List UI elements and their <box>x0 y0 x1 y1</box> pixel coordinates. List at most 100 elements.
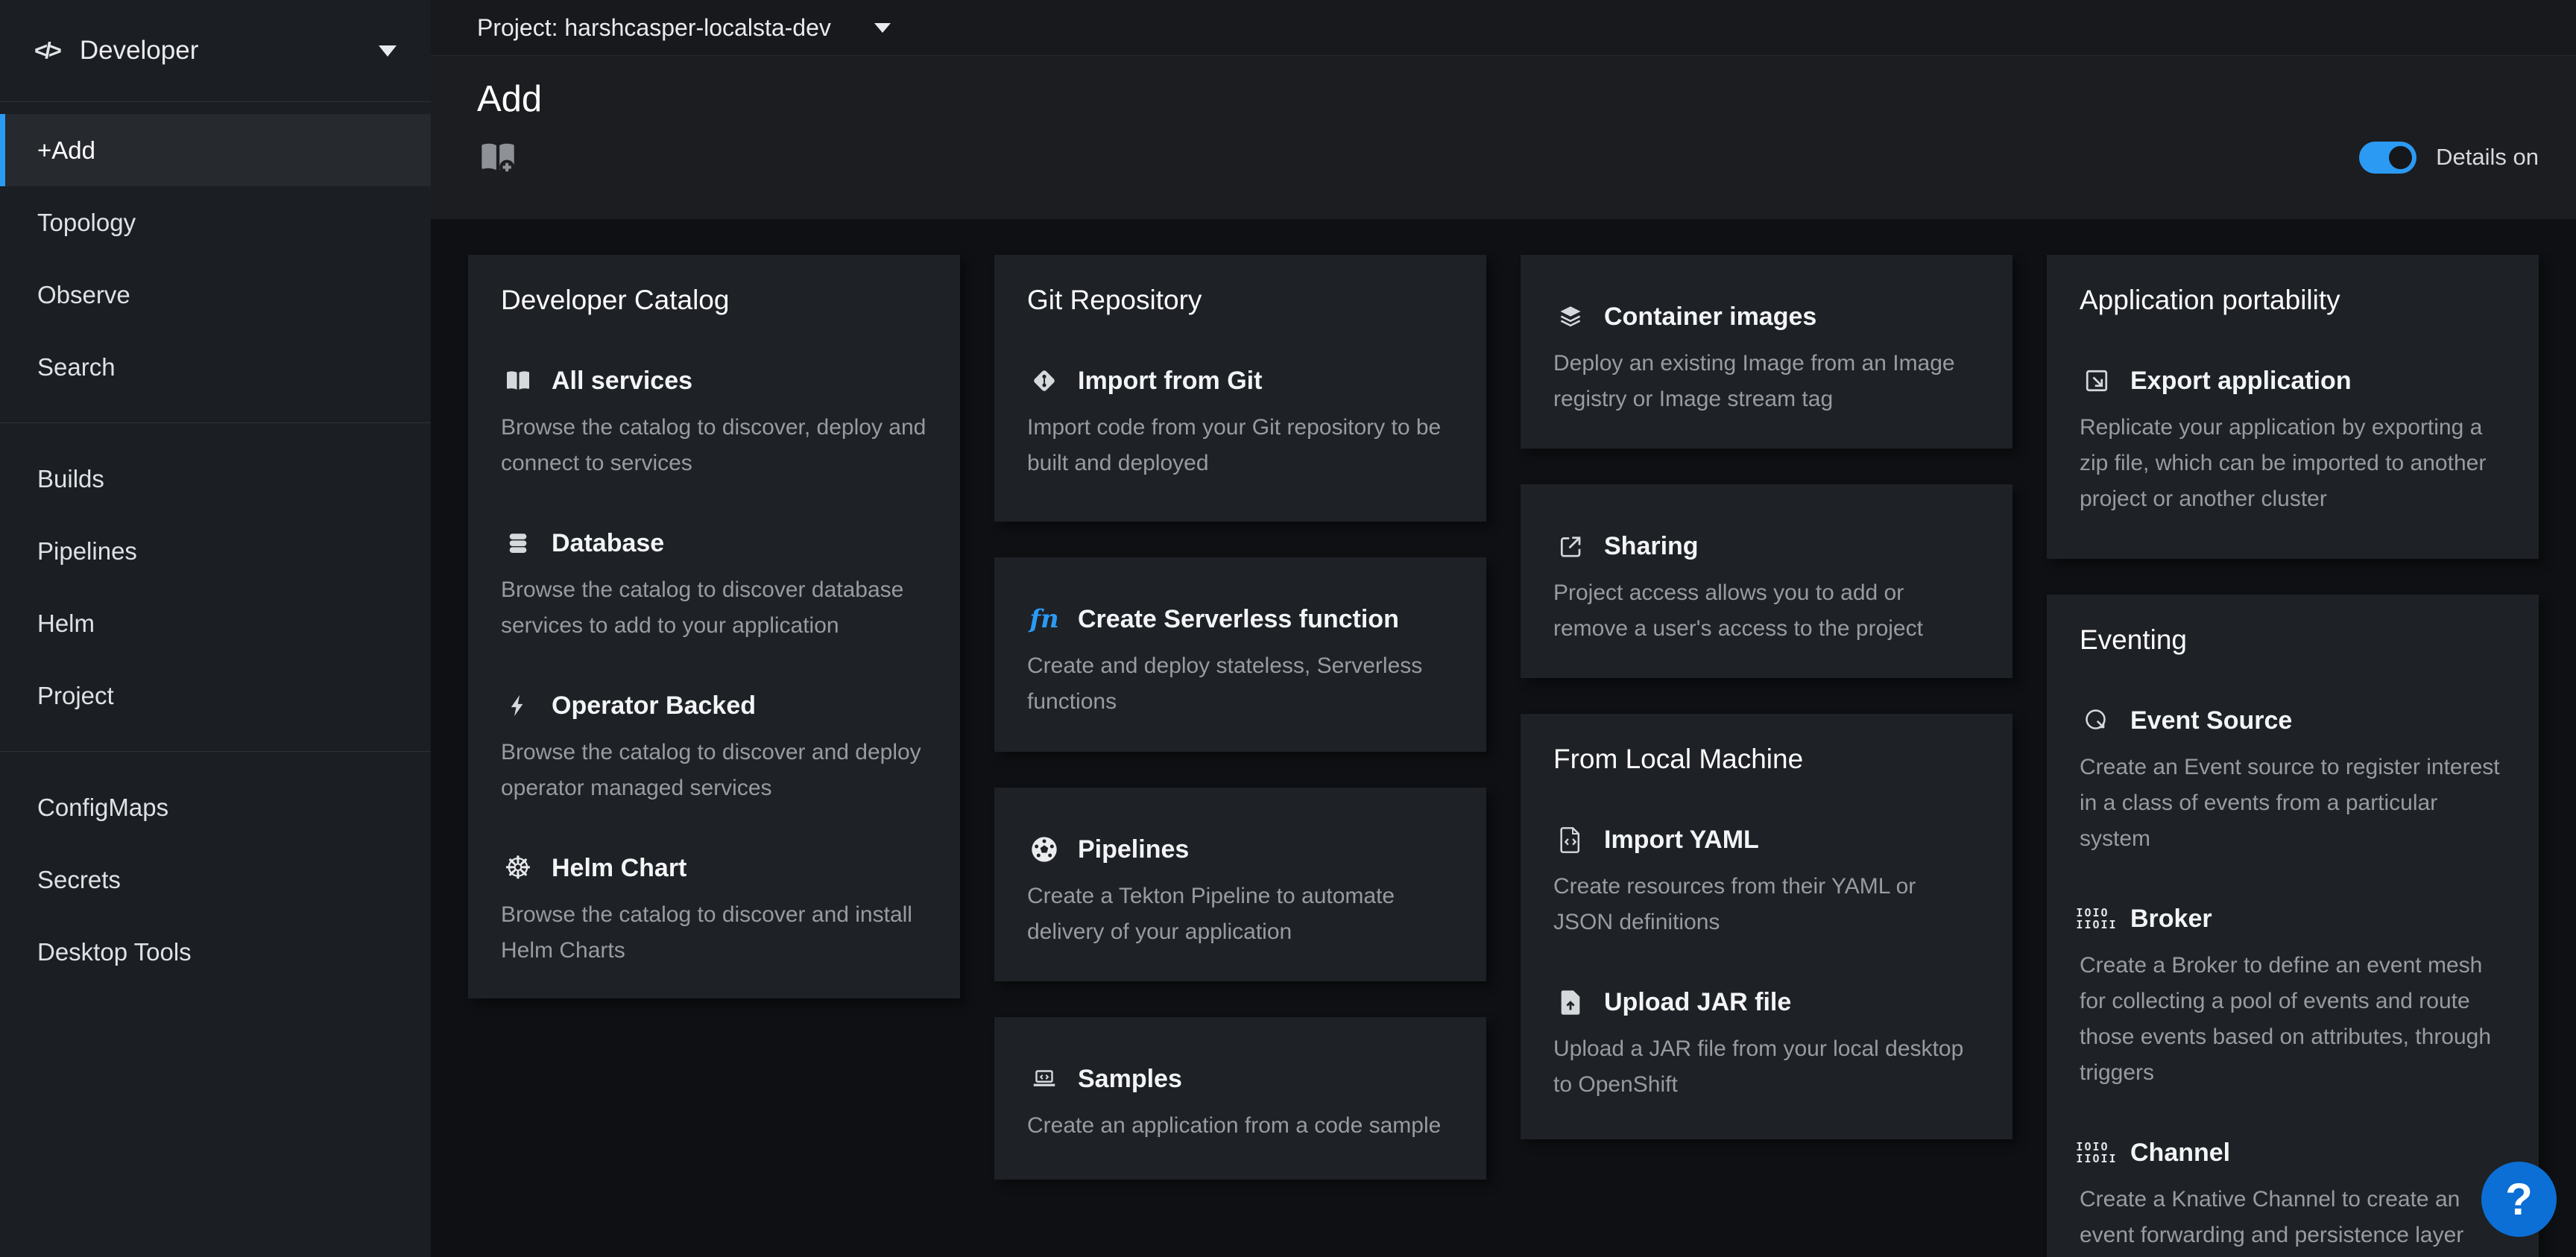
help-button[interactable]: ? <box>2481 1162 2557 1237</box>
sidebar-divider <box>0 751 431 752</box>
tile-label: Export application <box>2130 367 2352 396</box>
card-application-portability: Application portability Export applicati… <box>2047 255 2539 559</box>
card-title: From Local Machine <box>1553 744 1980 775</box>
tile-description: Create resources from their YAML or JSON… <box>1553 869 1980 940</box>
pipelines-icon <box>1027 835 1061 864</box>
quickstarts-book-icon[interactable] <box>477 138 519 177</box>
sidebar-item-observe[interactable]: Observe <box>0 259 431 331</box>
tile-label: Upload JAR file <box>1604 988 1791 1017</box>
project-selector[interactable]: Project: harshcasper-localsta-dev <box>431 0 2576 56</box>
tile-label: Pipelines <box>1078 835 1189 864</box>
perspective-switcher[interactable]: </> Developer <box>0 0 431 102</box>
sidebar-item-configmaps[interactable]: ConfigMaps <box>0 771 431 843</box>
tile-label: Operator Backed <box>552 691 756 721</box>
card-title: Eventing <box>2080 624 2506 656</box>
tile-description: Project access allows you to add or remo… <box>1553 575 1980 647</box>
tile-container-images[interactable]: Container images Deploy an existing Imag… <box>1553 298 1980 417</box>
card-pipelines: Pipelines Create a Tekton Pipeline to au… <box>994 788 1486 981</box>
sidebar-item-builds[interactable]: Builds <box>0 443 431 515</box>
sidebar-item-topology[interactable]: Topology <box>0 186 431 259</box>
tile-description: Browse the catalog to discover, deploy a… <box>501 410 927 481</box>
tile-import-from-git[interactable]: Import from Git Import code from your Gi… <box>1027 362 1453 481</box>
caret-down-icon <box>874 23 891 33</box>
database-icon <box>501 531 535 556</box>
details-toggle-label: Details on <box>2436 144 2539 171</box>
tile-event-source[interactable]: Event Source Create an Event source to r… <box>2080 702 2506 857</box>
tile-description: Browse the catalog to discover and deplo… <box>501 735 927 806</box>
tile-operator-backed[interactable]: Operator Backed Browse the catalog to di… <box>501 687 927 806</box>
layers-icon <box>1553 303 1588 330</box>
card-sharing: Sharing Project access allows you to add… <box>1521 484 2012 678</box>
tile-description: Create a Tekton Pipeline to automate del… <box>1027 878 1453 950</box>
sidebar: </> Developer +Add Topology Observe Sear… <box>0 0 431 1257</box>
tile-all-services[interactable]: All services Browse the catalog to disco… <box>501 362 927 481</box>
tile-label: All services <box>552 367 692 396</box>
tile-create-serverless-function[interactable]: fn Create Serverless function Create and… <box>1027 601 1453 720</box>
card-developer-catalog: Developer Catalog All services Browse th… <box>468 255 960 998</box>
tile-label: Event Source <box>2130 706 2292 735</box>
code-icon: </> <box>34 37 59 64</box>
tile-description: Import code from your Git repository to … <box>1027 410 1453 481</box>
grid-column: Application portability Export applicati… <box>2047 255 2539 1257</box>
toggle-knob <box>2389 146 2412 169</box>
tile-description: Create a Knative Channel to create an ev… <box>2080 1182 2506 1257</box>
card-from-local-machine: From Local Machine Import YAML Create re… <box>1521 714 2012 1139</box>
samples-icon <box>1027 1066 1061 1092</box>
tile-label: Samples <box>1078 1065 1182 1094</box>
share-icon <box>1553 533 1588 560</box>
file-code-icon <box>1553 826 1588 854</box>
sidebar-item-helm[interactable]: Helm <box>0 587 431 659</box>
tile-label: Import YAML <box>1604 826 1759 855</box>
sidebar-item-add[interactable]: +Add <box>0 114 431 186</box>
tile-sharing[interactable]: Sharing Project access allows you to add… <box>1553 528 1980 647</box>
tile-broker[interactable]: IOIOIIOII Broker Create a Broker to defi… <box>2080 900 2506 1091</box>
tile-label: Database <box>552 529 664 558</box>
tile-description: Create an application from a code sample <box>1027 1108 1453 1144</box>
tile-description: Upload a JAR file from your local deskto… <box>1553 1031 1980 1103</box>
export-icon <box>2080 367 2114 394</box>
tile-import-yaml[interactable]: Import YAML Create resources from their … <box>1553 821 1980 940</box>
sidebar-item-desktop-tools[interactable]: Desktop Tools <box>0 916 431 988</box>
book-icon <box>501 367 535 394</box>
grid-column: Container images Deploy an existing Imag… <box>1521 255 2012 1257</box>
sidebar-item-secrets[interactable]: Secrets <box>0 843 431 916</box>
tile-label: Helm Chart <box>552 854 686 883</box>
caret-down-icon <box>379 45 397 57</box>
card-serverless-function: fn Create Serverless function Create and… <box>994 557 1486 752</box>
main-content: Project: harshcasper-localsta-dev Add De… <box>431 0 2576 1257</box>
add-card-grid: Developer Catalog All services Browse th… <box>431 218 2576 1257</box>
tile-export-application[interactable]: Export application Replicate your applic… <box>2080 362 2506 517</box>
tile-label: Import from Git <box>1078 367 1262 396</box>
git-icon <box>1027 367 1061 394</box>
event-source-icon <box>2080 707 2114 734</box>
sidebar-item-search[interactable]: Search <box>0 331 431 403</box>
tile-description: Browse the catalog to discover and insta… <box>501 897 927 969</box>
sidebar-divider <box>0 422 431 423</box>
tile-description: Browse the catalog to discover database … <box>501 572 927 644</box>
perspective-label: Developer <box>80 36 199 66</box>
project-selector-label: Project: harshcasper-localsta-dev <box>477 14 831 42</box>
tile-description: Create an Event source to register inter… <box>2080 750 2506 857</box>
helm-icon: ☸ <box>501 852 535 884</box>
page-header: Add Details on <box>431 56 2576 219</box>
card-title: Application portability <box>2080 285 2506 316</box>
tile-database[interactable]: Database Browse the catalog to discover … <box>501 525 927 644</box>
tile-pipelines[interactable]: Pipelines Create a Tekton Pipeline to au… <box>1027 831 1453 950</box>
sidebar-item-project[interactable]: Project <box>0 659 431 732</box>
details-toggle[interactable] <box>2359 142 2416 174</box>
tile-channel[interactable]: IOIOIIOII Channel Create a Knative Chann… <box>2080 1134 2506 1257</box>
tile-helm-chart[interactable]: ☸ Helm Chart Browse the catalog to disco… <box>501 849 927 969</box>
sidebar-nav: +Add Topology Observe Search Builds Pipe… <box>0 102 431 988</box>
channel-binary-icon: IOIOIIOII <box>2080 1141 2114 1165</box>
tile-upload-jar-file[interactable]: Upload JAR file Upload a JAR file from y… <box>1553 984 1980 1103</box>
tile-label: Container images <box>1604 303 1816 332</box>
card-samples: Samples Create an application from a cod… <box>994 1017 1486 1180</box>
card-title: Developer Catalog <box>501 285 927 316</box>
tile-description: Deploy an existing Image from an Image r… <box>1553 346 1980 417</box>
sidebar-item-pipelines[interactable]: Pipelines <box>0 515 431 587</box>
tile-samples[interactable]: Samples Create an application from a cod… <box>1027 1060 1453 1144</box>
tile-label: Channel <box>2130 1139 2230 1168</box>
openshift-console: </> Developer +Add Topology Observe Sear… <box>0 0 2576 1257</box>
grid-column: Developer Catalog All services Browse th… <box>468 255 960 1257</box>
card-container-images: Container images Deploy an existing Imag… <box>1521 255 2012 449</box>
